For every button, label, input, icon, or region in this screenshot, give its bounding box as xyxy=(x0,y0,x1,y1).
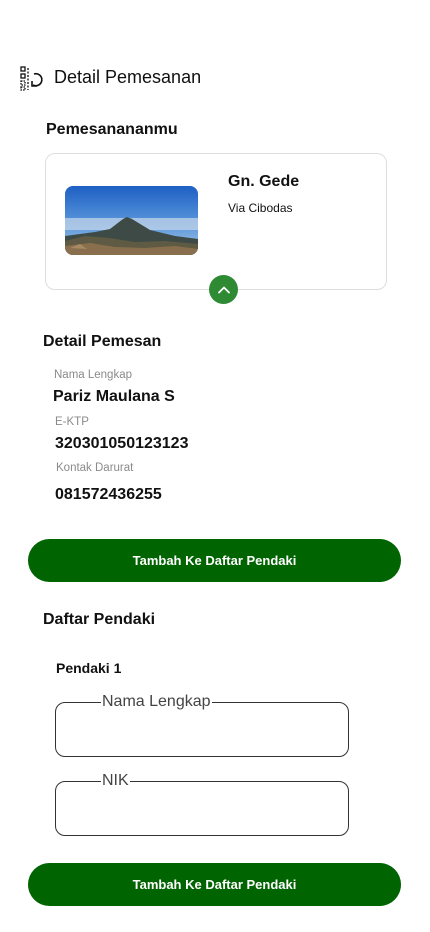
climber-nik-field-label: NIK xyxy=(101,772,130,790)
booking-section-title: Pemesanananmu xyxy=(46,121,178,138)
chevron-up-icon xyxy=(217,286,230,293)
mountain-name: Gn. Gede xyxy=(228,173,300,190)
climber-name-input[interactable] xyxy=(68,717,336,747)
add-to-climber-list-button[interactable]: Tambah Ke Daftar Pendaki xyxy=(28,539,401,582)
full-name-value: Pariz Maulana S xyxy=(53,388,175,405)
list-back-icon[interactable] xyxy=(20,66,46,92)
page-title: Detail Pemesanan xyxy=(54,67,202,87)
emergency-contact-value: 081572436255 xyxy=(55,486,162,503)
expand-button[interactable] xyxy=(209,275,238,304)
add-climber-button[interactable]: Tambah Ke Daftar Pendaki xyxy=(28,863,401,906)
ektp-value: 320301050123123 xyxy=(55,435,189,452)
ektp-label: E-KTP xyxy=(55,416,89,428)
full-name-label: Nama Lengkap xyxy=(54,369,132,381)
climber-list-section-title: Daftar Pendaki xyxy=(43,611,156,628)
climber-nik-field[interactable]: NIK xyxy=(55,772,349,836)
climber-nik-input[interactable] xyxy=(68,796,336,826)
climber-name-field-label: Nama Lengkap xyxy=(101,693,212,711)
orderer-section-title: Detail Pemesan xyxy=(43,333,162,350)
route-label: Via Cibodas xyxy=(228,201,293,215)
climber-label: Pendaki 1 xyxy=(56,660,122,676)
emergency-contact-label: Kontak Darurat xyxy=(56,462,134,474)
mountain-thumbnail xyxy=(65,186,198,255)
climber-name-field[interactable]: Nama Lengkap xyxy=(55,693,349,757)
